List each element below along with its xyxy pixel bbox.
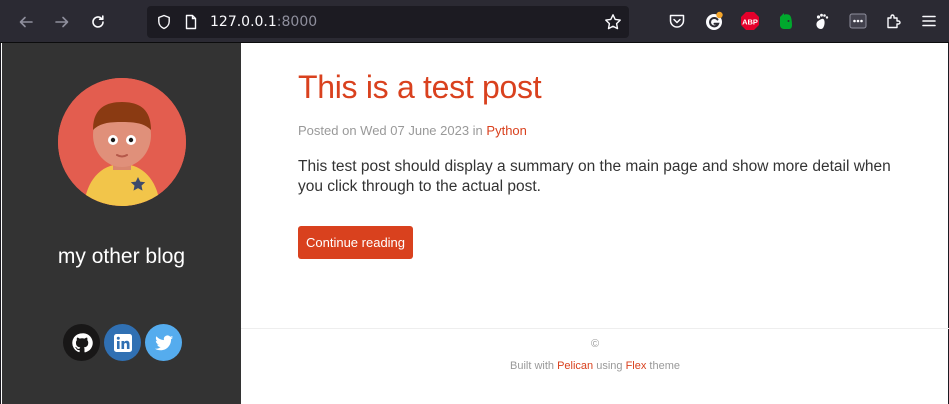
url-host: 127.0.0.1 <box>210 14 277 30</box>
post-meta: Posted on Wed 07 June 2023 in Python <box>298 123 527 138</box>
menu-button[interactable] <box>919 11 939 31</box>
flex-theme-link[interactable]: Flex <box>626 360 647 372</box>
built-with-text: Built with Pelican using Flex theme <box>241 360 949 372</box>
post-title[interactable]: This is a test post <box>298 69 542 106</box>
copyright-text: © <box>590 338 600 350</box>
continue-reading-button[interactable]: Continue reading <box>298 226 414 259</box>
site-name[interactable]: my other blog <box>2 245 241 269</box>
url-bar[interactable]: 127.0.0.1:8000 <box>147 6 629 38</box>
forward-button[interactable] <box>48 8 76 36</box>
theme-label: theme <box>646 360 680 372</box>
shield-icon[interactable] <box>156 14 172 30</box>
github-icon <box>71 332 93 352</box>
using-label: using <box>593 360 626 372</box>
overflow-extension[interactable] <box>848 11 868 31</box>
pocket-icon <box>669 14 685 28</box>
pocket-button[interactable] <box>667 11 687 31</box>
post-summary: This test post should display a summary … <box>298 158 891 195</box>
extensions-button[interactable] <box>884 11 904 31</box>
arrow-left-icon <box>19 16 33 28</box>
linkedin-icon <box>113 333 132 352</box>
gnome-foot-icon <box>816 13 829 29</box>
reload-icon <box>92 15 104 28</box>
evernote-extension[interactable] <box>776 11 796 31</box>
pelican-link[interactable]: Pelican <box>557 360 593 372</box>
twitter-link[interactable] <box>145 324 182 361</box>
hamburger-icon <box>922 15 936 27</box>
reload-button[interactable] <box>84 8 112 36</box>
grammarly-icon <box>706 11 723 30</box>
linkedin-link[interactable] <box>104 324 141 361</box>
browser-toolbar: 127.0.0.1:8000 ABP <box>0 0 949 43</box>
back-button[interactable] <box>12 8 40 36</box>
footer: © Built with Pelican using Flex theme <box>241 328 949 404</box>
evernote-icon <box>780 13 792 29</box>
svg-text:ABP: ABP <box>742 18 758 27</box>
main-content: This is a test post Posted on Wed 07 Jun… <box>241 43 949 404</box>
arrow-right-icon <box>55 16 69 28</box>
grammarly-extension[interactable] <box>704 11 724 31</box>
adblock-plus-icon: ABP <box>741 12 759 30</box>
avatar[interactable] <box>58 78 186 206</box>
page-icon[interactable] <box>183 14 199 30</box>
bookmark-star-icon[interactable] <box>604 13 622 31</box>
post-date: Posted on Wed 07 June 2023 in <box>298 123 487 138</box>
sidebar: my other blog <box>2 43 241 404</box>
puzzle-icon <box>887 14 901 29</box>
more-icon <box>849 13 867 29</box>
built-with-label: Built with <box>510 360 558 372</box>
github-link[interactable] <box>63 324 100 361</box>
twitter-icon <box>154 334 173 350</box>
adblock-plus-extension[interactable]: ABP <box>740 11 760 31</box>
url-port: :8000 <box>276 14 318 30</box>
url-text[interactable]: 127.0.0.1:8000 <box>210 14 317 30</box>
avatar-illustration <box>58 78 186 206</box>
page-viewport: my other blog This is a test post Posted… <box>0 43 949 404</box>
category-link[interactable]: Python <box>486 123 526 138</box>
gnome-extension[interactable] <box>812 11 832 31</box>
